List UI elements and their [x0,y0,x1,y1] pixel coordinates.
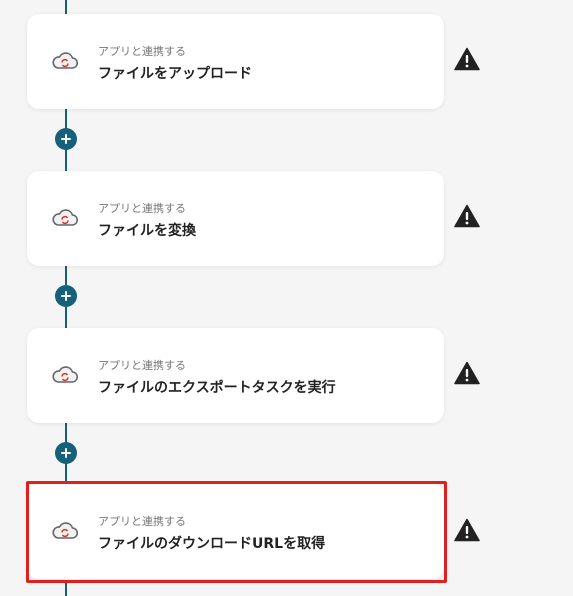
cloud-sync-icon [52,52,79,69]
flow-step-card[interactable]: アプリと連携する ファイルを変換 [27,171,444,266]
warning-icon [454,518,480,542]
flow-canvas: アプリと連携する ファイルをアップロード アプリと連携する ファイルを変換 アプ… [0,0,573,596]
warning-icon [454,204,480,228]
cloud-sync-icon [52,209,79,226]
flow-step-card[interactable]: アプリと連携する ファイルをアップロード [27,14,444,109]
highlight-frame [26,481,447,583]
connector-line [65,582,67,596]
warning-icon [454,47,480,71]
step-subtitle: アプリと連携する [98,202,186,215]
flow-step-card[interactable]: アプリと連携する ファイルのエクスポートタスクを実行 [27,328,444,423]
step-subtitle: アプリと連携する [98,359,186,372]
cloud-sync-icon [52,366,79,383]
step-title: ファイルをアップロード [98,66,252,82]
step-title: ファイルを変換 [98,223,196,239]
step-subtitle: アプリと連携する [98,45,186,58]
add-step-button[interactable] [55,442,77,464]
add-step-button[interactable] [55,285,77,307]
add-step-button[interactable] [55,128,77,150]
warning-icon [454,361,480,385]
step-title: ファイルのエクスポートタスクを実行 [98,380,336,396]
connector-line [65,0,67,14]
